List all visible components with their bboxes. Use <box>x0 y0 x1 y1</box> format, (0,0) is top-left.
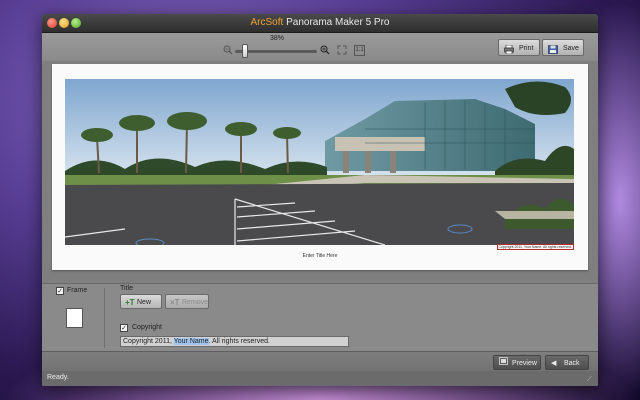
title-app-name: Panorama Maker 5 Pro <box>283 17 390 28</box>
status-bar: Ready. ⟋ <box>42 371 598 386</box>
printer-icon <box>504 44 514 55</box>
copyright-text-after: . All rights reserved. <box>208 338 270 345</box>
remove-title-button[interactable]: ×T Remove <box>165 294 209 309</box>
frame-style-swatch[interactable] <box>66 308 83 328</box>
zoom-slider-thumb[interactable] <box>241 44 248 58</box>
new-title-button[interactable]: +T New <box>120 294 162 309</box>
back-arrow-icon: ◀ <box>551 360 557 367</box>
save-button-label: Save <box>563 45 579 52</box>
zoom-in-icon[interactable] <box>320 45 330 55</box>
preview-icon <box>499 356 508 371</box>
new-title-button-label: New <box>137 299 152 306</box>
navigation-bar: Preview ◀ Back <box>42 351 598 372</box>
print-button[interactable]: Print <box>498 39 540 56</box>
print-preview-page: Copyright 2011, Your Name. All rights re… <box>52 64 588 270</box>
back-button[interactable]: ◀ Back <box>545 355 589 370</box>
copyright-checkmark-icon: ✓ <box>121 325 127 332</box>
panorama-image[interactable] <box>65 79 574 245</box>
fit-to-window-icon[interactable] <box>337 45 347 55</box>
zoom-percent-label: 38% <box>269 35 284 42</box>
add-text-icon: +T <box>125 298 135 307</box>
copyright-checkbox[interactable]: ✓ <box>120 324 128 332</box>
window-title: ArcSoft Panorama Maker 5 Pro <box>42 17 598 28</box>
copyright-text-before: Copyright 2011, <box>123 338 174 345</box>
app-window: ArcSoft Panorama Maker 5 Pro 38% 1:1 Pri… <box>42 14 598 386</box>
settings-panel: ✓ Frame Title +T New ×T Remove ✓ Copyrig… <box>42 283 598 352</box>
frame-checkmark-icon: ✓ <box>57 288 63 295</box>
frame-checkbox[interactable]: ✓ <box>56 287 64 295</box>
preview-workspace: Copyright 2011, Your Name. All rights re… <box>42 61 598 283</box>
frame-label: Frame <box>67 287 88 294</box>
resize-grip-icon[interactable]: ⟋ <box>587 376 595 384</box>
remove-title-button-label: Remove <box>182 299 209 306</box>
panel-divider <box>104 288 105 348</box>
actual-size-icon[interactable]: 1:1 <box>354 45 365 56</box>
save-button[interactable]: Save <box>542 39 584 56</box>
title-section-heading: Title <box>120 285 133 292</box>
remove-text-icon: ×T <box>170 298 180 307</box>
zoom-out-icon[interactable] <box>223 45 233 55</box>
preview-button[interactable]: Preview <box>493 355 541 370</box>
title-bar[interactable]: ArcSoft Panorama Maker 5 Pro <box>42 14 598 33</box>
preview-button-label: Preview <box>512 360 537 367</box>
copyright-label: Copyright <box>132 324 162 331</box>
copyright-text-field[interactable]: Copyright 2011, Your Name. All rights re… <box>120 336 349 347</box>
title-brand: ArcSoft <box>250 17 284 28</box>
status-text: Ready. <box>47 374 69 381</box>
toolbar: 38% 1:1 Print Save <box>42 33 598 61</box>
floppy-disk-icon <box>548 44 558 54</box>
page-title-placeholder[interactable]: Enter Title Here <box>52 253 588 259</box>
copyright-name-selection: Your Name <box>173 338 209 345</box>
back-button-label: Back <box>564 360 580 367</box>
photo-copyright-overlay: Copyright 2011, Your Name. All rights re… <box>496 244 574 250</box>
print-button-label: Print <box>519 45 534 52</box>
